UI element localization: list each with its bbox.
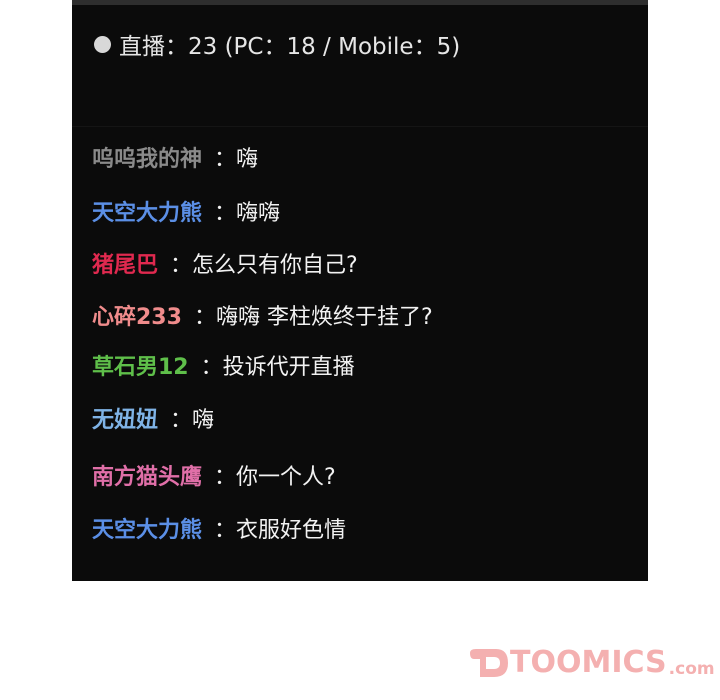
chat-message: 天空大力熊 ： 嗨嗨	[92, 195, 280, 227]
chat-text: 怎么只有你自己?	[192, 253, 358, 278]
chat-username[interactable]: 南方猫头鹰	[92, 459, 202, 491]
chat-separator: ：	[170, 408, 193, 433]
chat-separator: ：	[214, 201, 237, 226]
chat-text: 衣服好色情	[236, 518, 347, 543]
chat-separator: ：	[200, 355, 223, 380]
chat-username[interactable]: 无妞妞	[92, 402, 158, 434]
live-dot-icon	[94, 35, 111, 53]
chat-separator: ：	[214, 147, 237, 172]
chat-message: 南方猫头鹰 ： 你一个人?	[92, 459, 336, 491]
chat-username[interactable]: 天空大力熊	[92, 512, 202, 544]
chat-separator: ：	[214, 465, 237, 490]
chat-separator: ：	[170, 253, 193, 278]
chat-text: 嗨嗨	[236, 201, 281, 226]
chat-text: 嗨	[236, 147, 259, 172]
toomics-logo-icon	[470, 649, 508, 677]
panel-top-bar	[72, 0, 648, 5]
live-viewer-status: 直播：23 (PC：18 / Mobile：5)	[94, 28, 460, 60]
chat-message: 猪尾巴 ： 怎么只有你自己?	[92, 247, 358, 279]
watermark-brand: TOOMICS	[510, 645, 667, 680]
chat-message: 呜呜我的神 ： 嗨	[92, 141, 258, 173]
live-chat-panel: 直播：23 (PC：18 / Mobile：5) 呜呜我的神 ： 嗨 天空大力熊…	[72, 0, 648, 581]
viewer-count-label: 直播：23 (PC：18 / Mobile：5)	[119, 34, 461, 60]
chat-message: 天空大力熊 ： 衣服好色情	[92, 512, 346, 544]
watermark-domain: .com	[668, 659, 715, 679]
chat-username[interactable]: 呜呜我的神	[92, 141, 202, 173]
chat-message: 心碎233 ： 嗨嗨 李柱焕终于挂了?	[92, 299, 433, 331]
status-divider	[72, 126, 648, 127]
chat-text: 嗨嗨 李柱焕终于挂了?	[215, 305, 433, 330]
chat-username[interactable]: 天空大力熊	[92, 195, 202, 227]
chat-message: 无妞妞 ： 嗨	[92, 402, 214, 434]
chat-text: 投诉代开直播	[222, 355, 355, 380]
chat-separator: ：	[193, 305, 216, 330]
toomics-watermark: TOOMICS .com	[466, 645, 715, 681]
chat-separator: ：	[214, 518, 237, 543]
chat-username[interactable]: 草石男12	[92, 349, 189, 381]
chat-username[interactable]: 心碎233	[92, 299, 182, 331]
chat-text: 你一个人?	[236, 465, 336, 490]
chat-message: 草石男12 ： 投诉代开直播	[92, 349, 355, 381]
chat-username[interactable]: 猪尾巴	[92, 247, 158, 279]
chat-text: 嗨	[192, 408, 215, 433]
